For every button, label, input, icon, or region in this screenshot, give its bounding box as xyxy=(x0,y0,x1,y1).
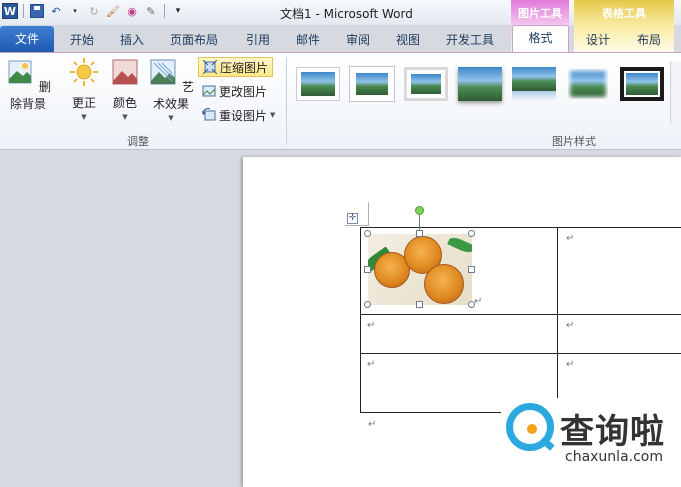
rotation-line xyxy=(419,215,420,231)
compress-pictures-button[interactable]: 压缩图片 xyxy=(198,57,274,77)
format-painter-icon[interactable]: 🖌 xyxy=(105,3,121,19)
group-divider xyxy=(286,57,287,145)
paragraph-mark: ↵ xyxy=(566,233,575,244)
save-icon[interactable] xyxy=(29,3,45,19)
table-border xyxy=(557,227,558,398)
resize-handle[interactable] xyxy=(364,301,371,308)
paragraph-mark: ↵ xyxy=(367,359,376,370)
pen-icon[interactable]: ✎ xyxy=(143,3,159,19)
tab-page-layout[interactable]: 页面布局 xyxy=(170,31,218,48)
margin-corner-mark xyxy=(345,225,368,226)
picture-style-simple-frame[interactable] xyxy=(296,67,340,101)
redo-icon[interactable]: ↻ xyxy=(86,3,102,19)
table-border xyxy=(360,227,361,413)
color-button[interactable]: 颜色 ▼ xyxy=(108,57,142,121)
resize-handle[interactable] xyxy=(468,230,475,237)
corrections-button[interactable]: 更正 ▼ xyxy=(66,57,102,121)
tab-table-layout[interactable]: 布局 xyxy=(637,31,661,48)
picture-style-reflection[interactable] xyxy=(512,67,556,101)
undo-dropdown-icon[interactable]: ▾ xyxy=(67,3,83,19)
word-icon[interactable]: W xyxy=(2,3,18,19)
toolbar-separator xyxy=(164,4,165,18)
compress-pictures-label: 压缩图片 xyxy=(220,60,269,75)
artistic-effects-button[interactable]: 艺术效果 ▼ xyxy=(146,57,196,122)
paragraph-mark: ↵ xyxy=(368,419,377,430)
picture-style-white-frame[interactable] xyxy=(350,67,394,101)
chevron-down-icon: ▼ xyxy=(81,113,87,121)
selected-picture[interactable] xyxy=(368,234,472,305)
tab-developer[interactable]: 开发工具 xyxy=(446,31,494,48)
table-border xyxy=(360,353,681,354)
color-icon[interactable]: ◉ xyxy=(124,3,140,19)
gallery-scrollbar[interactable] xyxy=(670,61,681,123)
chevron-down-icon: ▼ xyxy=(122,113,128,121)
toolbar-separator xyxy=(23,4,24,18)
undo-icon[interactable]: ↶ xyxy=(48,3,64,19)
corrections-icon xyxy=(70,58,98,86)
reset-picture-button[interactable]: 重设图片 ▼ xyxy=(198,105,279,125)
reset-picture-icon xyxy=(202,108,216,121)
watermark-domain: chaxunla.com xyxy=(565,449,663,465)
table-move-handle-icon[interactable]: ✛ xyxy=(347,213,358,224)
tab-view[interactable]: 视图 xyxy=(396,31,420,48)
picture-style-thick-frame[interactable] xyxy=(404,67,448,101)
table-border xyxy=(360,227,681,228)
remove-background-icon xyxy=(8,60,32,84)
workspace-left-margin xyxy=(0,151,243,487)
resize-handle[interactable] xyxy=(364,230,371,237)
picture-style-soft-edge[interactable] xyxy=(566,67,610,101)
paragraph-mark: ↵ xyxy=(566,359,575,370)
artistic-effects-icon xyxy=(150,59,176,85)
tab-table-design[interactable]: 设计 xyxy=(586,31,610,48)
customize-icon[interactable]: ▾ xyxy=(170,3,186,19)
watermark-name: 查询啦 xyxy=(560,412,665,452)
table-border xyxy=(360,314,681,315)
remove-background-button[interactable]: 删除背景 xyxy=(4,57,52,112)
tab-review[interactable]: 审阅 xyxy=(346,31,370,48)
tab-home[interactable]: 开始 xyxy=(70,31,94,48)
reset-picture-label: 重设图片 xyxy=(219,108,268,123)
paragraph-mark: ↵ xyxy=(474,296,483,307)
picture-tools-label: 图片工具 xyxy=(518,7,562,20)
change-picture-button[interactable]: 更改图片 xyxy=(198,81,271,101)
color-picture-icon xyxy=(112,59,138,85)
ribbon-panel: 删除背景 更正 ▼ 颜色 ▼ 艺术效果 ▼ 压缩图片 更改图片 重设图片 ▼ 调… xyxy=(0,52,681,150)
picture-style-drop-shadow[interactable] xyxy=(458,67,502,101)
resize-handle[interactable] xyxy=(468,266,475,273)
corrections-label: 更正 xyxy=(71,96,96,110)
tab-references[interactable]: 引用 xyxy=(246,31,270,48)
margin-corner-mark xyxy=(368,202,369,226)
rotate-handle-icon[interactable] xyxy=(415,206,424,215)
window-title: 文档1 - Microsoft Word xyxy=(280,7,413,21)
chevron-down-icon[interactable]: ▼ xyxy=(270,111,275,119)
tab-mailings[interactable]: 邮件 xyxy=(296,31,320,48)
resize-handle[interactable] xyxy=(416,301,423,308)
resize-handle[interactable] xyxy=(468,301,475,308)
adjust-group-label: 调整 xyxy=(127,135,149,148)
tab-file[interactable]: 文件 xyxy=(0,26,54,52)
chevron-down-icon: ▼ xyxy=(168,114,174,122)
tab-picture-format[interactable]: 格式 xyxy=(512,25,569,53)
paragraph-mark: ↵ xyxy=(367,320,376,331)
change-picture-icon xyxy=(202,85,216,97)
table-tools-label: 表格工具 xyxy=(602,7,646,20)
picture-styles-group-label: 图片样式 xyxy=(552,135,596,148)
table-border xyxy=(360,412,501,413)
resize-handle[interactable] xyxy=(416,230,423,237)
compress-icon xyxy=(203,60,217,74)
mooncake-photo xyxy=(368,234,472,305)
color-label: 颜色 xyxy=(112,96,137,110)
resize-handle[interactable] xyxy=(364,266,371,273)
change-picture-label: 更改图片 xyxy=(219,84,268,99)
ribbon-tabs: 文件 开始 插入 页面布局 引用 邮件 审阅 视图 开发工具 格式 设计 布局 xyxy=(0,25,681,53)
picture-style-black-frame[interactable] xyxy=(620,67,664,101)
quick-access-toolbar: W ↶ ▾ ↻ 🖌 ◉ ✎ ▾ xyxy=(2,3,186,19)
paragraph-mark: ↵ xyxy=(566,320,575,331)
tab-insert[interactable]: 插入 xyxy=(120,31,144,48)
